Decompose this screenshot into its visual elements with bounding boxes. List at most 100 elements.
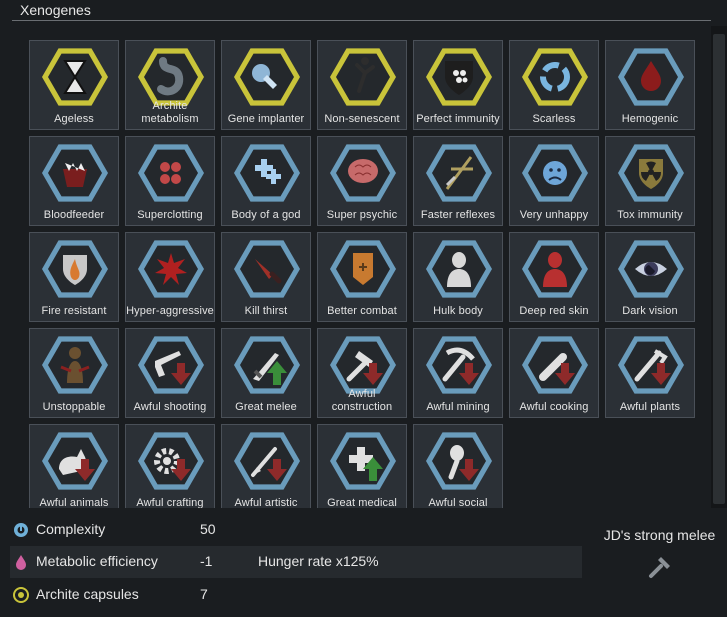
- gene-label: Very unhappy: [519, 209, 589, 221]
- gene-tile-faster-reflexes[interactable]: Faster reflexes: [413, 136, 503, 226]
- gene-tile-bloodfeeder[interactable]: Bloodfeeder: [29, 136, 119, 226]
- gene-label: Better combat: [327, 305, 397, 317]
- archite-capsules-value: 7: [200, 586, 208, 602]
- gene-label: Awful crafting: [136, 497, 204, 508]
- gene-label: Tox immunity: [617, 209, 683, 221]
- xenotype-name: JD's strong melee: [603, 527, 716, 543]
- reflex-icon: [426, 144, 492, 202]
- hammer-icon[interactable]: [645, 554, 673, 582]
- gene-tile-awful-construction[interactable]: Awful construction: [317, 328, 407, 418]
- gene-label: Scarless: [532, 113, 576, 125]
- complexity-icon: [14, 523, 28, 537]
- shield-dots-icon: [426, 48, 492, 106]
- gene-tile-unstoppable[interactable]: Unstoppable: [29, 328, 119, 418]
- gene-tile-awful-cooking[interactable]: Awful cooking: [509, 328, 599, 418]
- gene-label: Deep red skin: [519, 305, 589, 317]
- gene-tile-superclotting[interactable]: Superclotting: [125, 136, 215, 226]
- gene-label: Kill thirst: [244, 305, 288, 317]
- gene-label: Hulk body: [433, 305, 483, 317]
- gene-tile-hemogenic[interactable]: Hemogenic: [605, 40, 695, 130]
- hourglass-icon: [42, 48, 108, 106]
- knife-icon: [234, 240, 300, 298]
- gene-label: Fire resistant: [41, 305, 107, 317]
- blood-drop-icon: [618, 48, 684, 106]
- gene-label: Faster reflexes: [420, 209, 496, 221]
- archite-icon: [13, 587, 29, 603]
- gene-label: Body of a god: [231, 209, 301, 221]
- burst-icon: [138, 240, 204, 298]
- gene-tile-tox-immunity[interactable]: Tox immunity: [605, 136, 695, 226]
- complexity-value: 50: [200, 521, 216, 537]
- gene-grid-scrollbar[interactable]: [711, 26, 727, 508]
- gene-label: Great melee: [235, 401, 297, 413]
- rifle-down-icon: [138, 336, 204, 394]
- brain-icon: [330, 144, 396, 202]
- sad-face-icon: [522, 144, 588, 202]
- scrollbar-thumb[interactable]: [713, 34, 725, 504]
- gene-label: Unstoppable: [42, 401, 106, 413]
- gene-tile-awful-social[interactable]: Awful social: [413, 424, 503, 508]
- metabolism-icon: [16, 555, 26, 570]
- gene-label: Awful construction: [331, 388, 393, 413]
- microphone-down-icon: [426, 432, 492, 490]
- gene-tile-perfect-immunity[interactable]: Perfect immunity: [413, 40, 503, 130]
- fangs-icon: [42, 144, 108, 202]
- gene-tile-scarless[interactable]: Scarless: [509, 40, 599, 130]
- gene-label: Non-senescent: [324, 113, 400, 125]
- gene-tile-awful-shooting[interactable]: Awful shooting: [125, 328, 215, 418]
- complexity-row: Complexity 50: [10, 514, 582, 546]
- figure-icon: [330, 48, 396, 106]
- flame-shield-icon: [42, 240, 108, 298]
- cells-icon: [138, 144, 204, 202]
- pickaxe-down-icon: [426, 336, 492, 394]
- metabolic-efficiency-label: Metabolic efficiency: [36, 553, 158, 569]
- radiation-icon: [618, 144, 684, 202]
- gene-tile-ageless[interactable]: Ageless: [29, 40, 119, 130]
- gene-label: Hemogenic: [621, 113, 679, 125]
- gene-tile-kill-thirst[interactable]: Kill thirst: [221, 232, 311, 322]
- gene-label: Super psychic: [326, 209, 398, 221]
- gene-tile-awful-animals[interactable]: Awful animals: [29, 424, 119, 508]
- header-divider: [12, 20, 711, 21]
- gene-tile-fire-resistant[interactable]: Fire resistant: [29, 232, 119, 322]
- gene-tile-body-of-a-god[interactable]: Body of a god: [221, 136, 311, 226]
- eye-icon: [618, 240, 684, 298]
- gene-label: Dark vision: [622, 305, 678, 317]
- archite-capsules-label: Archite capsules: [36, 586, 139, 602]
- gene-label: Awful cooking: [519, 401, 589, 413]
- gene-tile-non-senescent[interactable]: Non-senescent: [317, 40, 407, 130]
- xenogenes-header: Xenogenes: [0, 0, 711, 22]
- gene-tile-dark-vision[interactable]: Dark vision: [605, 232, 695, 322]
- gene-tile-awful-artistic[interactable]: Awful artistic: [221, 424, 311, 508]
- implanter-icon: [234, 48, 300, 106]
- hunger-rate-note: Hunger rate x125%: [258, 553, 379, 569]
- gene-tile-great-medical[interactable]: Great medical: [317, 424, 407, 508]
- gene-tile-deep-red-skin[interactable]: Deep red skin: [509, 232, 599, 322]
- gene-stats-panel: Complexity 50 Metabolic efficiency -1 Hu…: [0, 514, 590, 617]
- gene-tile-super-psychic[interactable]: Super psychic: [317, 136, 407, 226]
- gene-tile-archite-metabolism[interactable]: Archite metabolism: [125, 40, 215, 130]
- medical-up-icon: [330, 432, 396, 490]
- gene-tile-gene-implanter[interactable]: Gene implanter: [221, 40, 311, 130]
- gene-tile-better-combat[interactable]: Better combat: [317, 232, 407, 322]
- gene-tile-great-melee[interactable]: Great melee: [221, 328, 311, 418]
- metabolic-efficiency-row: Metabolic efficiency -1 Hunger rate x125…: [10, 546, 582, 578]
- gene-label: Gene implanter: [227, 113, 305, 125]
- gene-tile-hyper-aggressive[interactable]: Hyper-aggressive: [125, 232, 215, 322]
- gene-label: Awful plants: [619, 401, 681, 413]
- gene-tile-hulk-body[interactable]: Hulk body: [413, 232, 503, 322]
- gene-label: Bloodfeeder: [43, 209, 105, 221]
- archite-capsules-row: Archite capsules 7: [10, 579, 582, 611]
- metabolic-efficiency-value: -1: [200, 553, 213, 569]
- brush-down-icon: [234, 432, 300, 490]
- xenotype-summary: JD's strong melee: [592, 520, 727, 617]
- pin-down-icon: [522, 336, 588, 394]
- gene-tile-awful-crafting[interactable]: Awful crafting: [125, 424, 215, 508]
- gene-label: Hyper-aggressive: [126, 305, 214, 317]
- bust-white-icon: [426, 240, 492, 298]
- breaking-chains-icon: [42, 336, 108, 394]
- complexity-label: Complexity: [36, 521, 106, 537]
- gene-tile-awful-plants[interactable]: Awful plants: [605, 328, 695, 418]
- gene-tile-awful-mining[interactable]: Awful mining: [413, 328, 503, 418]
- gene-tile-very-unhappy[interactable]: Very unhappy: [509, 136, 599, 226]
